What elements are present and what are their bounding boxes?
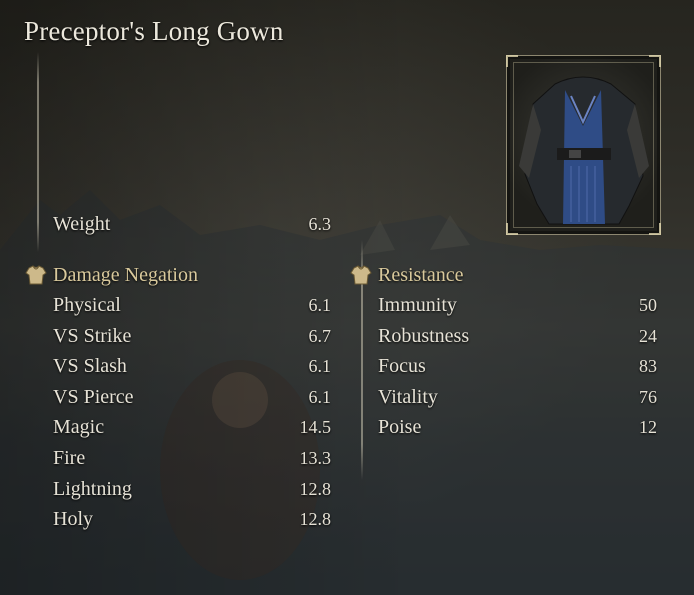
resistance-stat-label: Focus <box>378 355 426 378</box>
resistance-stat-value: 12 <box>639 417 657 438</box>
weight-row: Weight 6.3 <box>53 210 331 238</box>
damage-negation-stat-row: Lightning 12.8 <box>53 475 331 503</box>
damage-negation-stat-label: VS Strike <box>53 324 132 347</box>
damage-negation-stat-value: 12.8 <box>299 478 332 499</box>
damage-negation-stat-label: Fire <box>53 447 86 469</box>
damage-negation-stat-row: Magic 14.5 <box>53 413 331 441</box>
chest-armor-icon <box>350 265 372 285</box>
chest-armor-icon <box>25 265 47 285</box>
damage-negation-stat-row: Physical 6.1 <box>53 291 331 319</box>
weight-label: Weight <box>53 213 111 235</box>
resistance-stat-label: Immunity <box>378 294 457 316</box>
damage-negation-stat-label: Physical <box>53 294 121 316</box>
damage-negation-stat-value: 12.8 <box>299 509 332 530</box>
resistance-stat-row: Poise 12 <box>378 413 657 441</box>
damage-negation-stat-label: Magic <box>53 416 105 439</box>
resistance-stat-value: 24 <box>639 325 657 346</box>
damage-negation-stat-value: 13.3 <box>299 448 332 468</box>
resistance-stat-label: Vitality <box>378 385 438 408</box>
damage-negation-stat-row: VS Strike 6.7 <box>53 322 331 350</box>
resistance-stat-label: Robustness <box>378 324 470 347</box>
gown-icon <box>519 76 649 225</box>
damage-negation-stat-value: 14.5 <box>299 417 332 438</box>
damage-negation-label: Damage Negation <box>53 264 198 286</box>
damage-negation-stat-value: 6.1 <box>308 356 332 377</box>
damage-negation-stat-row: VS Slash 6.1 <box>53 352 331 380</box>
resistance-stat-row: Vitality 76 <box>378 383 657 411</box>
weight-value: 6.3 <box>308 214 332 234</box>
resistance-stat-value: 76 <box>639 386 657 407</box>
damage-negation-stat-value: 6.1 <box>308 295 332 315</box>
resistance-heading: Resistance <box>350 261 650 289</box>
damage-negation-stat-value: 6.7 <box>308 325 332 346</box>
damage-negation-heading: Damage Negation <box>25 261 325 289</box>
resistance-label: Resistance <box>378 264 464 286</box>
resistance-stat-value: 83 <box>639 356 657 377</box>
resistance-stat-row: Immunity 50 <box>378 291 657 319</box>
resistance-stat-row: Robustness 24 <box>378 322 657 350</box>
damage-negation-stat-label: Lightning <box>53 477 132 500</box>
item-title: Preceptor's Long Gown <box>24 16 284 46</box>
damage-negation-stat-row: Fire 13.3 <box>53 444 331 472</box>
damage-negation-stat-label: VS Slash <box>53 355 127 378</box>
resistance-stat-row: Focus 83 <box>378 352 657 380</box>
damage-negation-stat-value: 6.1 <box>308 386 332 407</box>
damage-negation-stat-row: VS Pierce 6.1 <box>53 383 331 411</box>
damage-negation-stat-label: Holy <box>53 508 93 531</box>
divider-left <box>37 52 39 252</box>
resistance-stat-label: Poise <box>378 416 422 439</box>
item-thumbnail-frame <box>506 55 661 235</box>
damage-negation-stat-row: Holy 12.8 <box>53 505 331 533</box>
resistance-stat-value: 50 <box>639 295 657 315</box>
damage-negation-stat-label: VS Pierce <box>53 385 134 408</box>
